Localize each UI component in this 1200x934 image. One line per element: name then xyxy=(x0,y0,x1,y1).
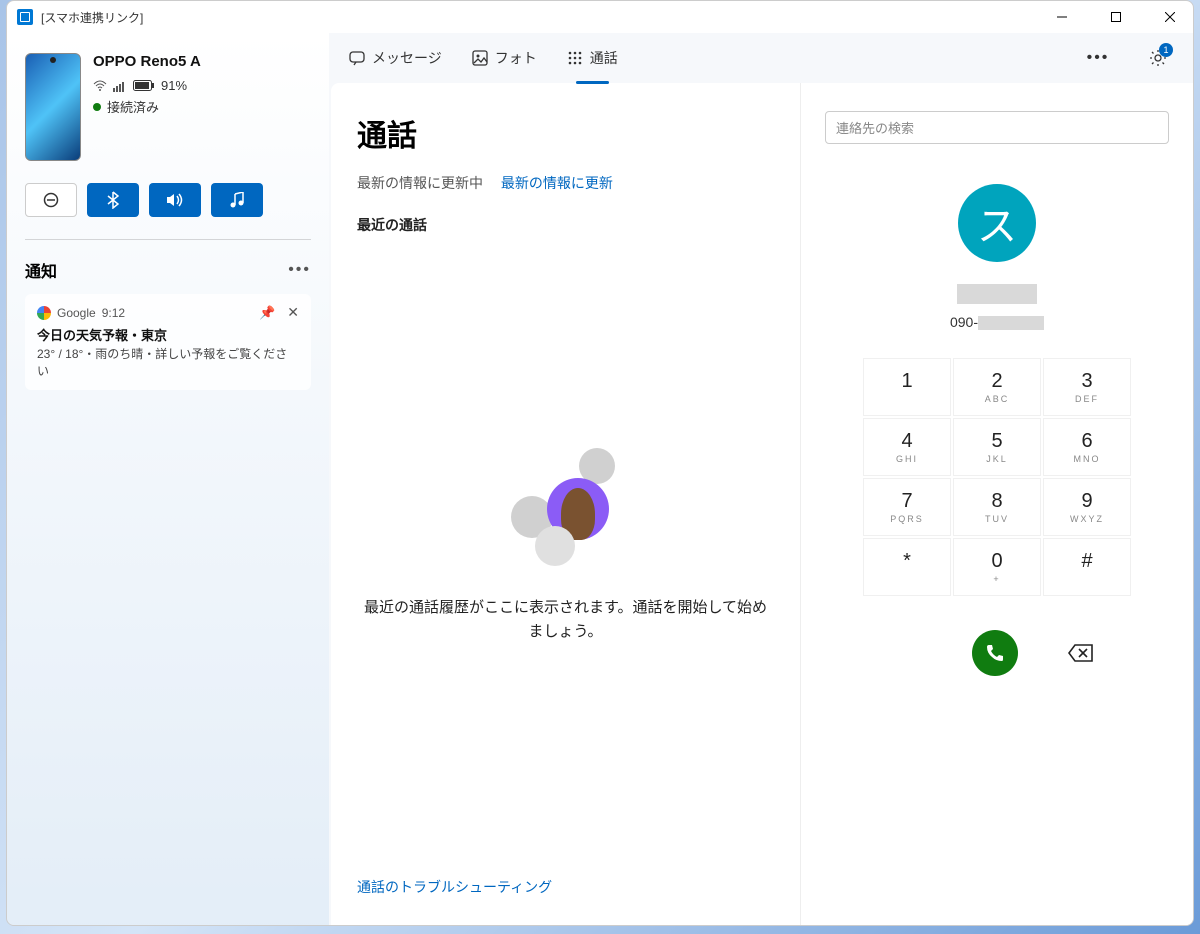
phone-thumbnail[interactable] xyxy=(25,53,81,161)
dialpad-key-*[interactable]: * xyxy=(863,538,951,596)
people-illustration xyxy=(491,448,641,578)
page-title: 通話 xyxy=(357,111,774,155)
battery-icon xyxy=(133,80,155,92)
notif-time: 9:12 xyxy=(102,306,125,320)
divider xyxy=(25,239,311,240)
tab-messages[interactable]: メッセージ xyxy=(347,42,444,74)
notification-card[interactable]: Google 9:12 📌 ✕ 今日の天気予報・東京 23° / 18°・雨のち… xyxy=(25,294,311,390)
dialpad-key-9[interactable]: 9WXYZ xyxy=(1043,478,1131,536)
settings-badge: 1 xyxy=(1159,43,1173,57)
recent-calls-header: 最近の通話 xyxy=(357,215,774,235)
notif-title: 今日の天気予報・東京 xyxy=(37,325,299,344)
bluetooth-icon xyxy=(107,191,119,209)
notif-app: Google xyxy=(57,306,96,320)
message-icon xyxy=(349,50,365,66)
close-button[interactable] xyxy=(1147,1,1193,33)
bluetooth-button[interactable] xyxy=(87,183,139,217)
dialpad-key-1[interactable]: 1 xyxy=(863,358,951,416)
contact-avatar: ス xyxy=(958,184,1036,262)
refresh-row: 最新の情報に更新中 最新の情報に更新 xyxy=(357,173,774,193)
refresh-link[interactable]: 最新の情報に更新 xyxy=(501,175,613,191)
settings-button[interactable]: 1 xyxy=(1141,41,1175,75)
dialpad-key-2[interactable]: 2ABC xyxy=(953,358,1041,416)
titlebar: [スマホ連携リンク] xyxy=(7,1,1193,33)
dnd-button[interactable] xyxy=(25,183,77,217)
dialpad-key-8[interactable]: 8TUV xyxy=(953,478,1041,536)
dialer-panel: 連絡先の検索 ス 090- 1 2ABC3DEF 4GHI5JKL6MNO 7PQR… xyxy=(801,83,1193,925)
empty-text: 最近の通話履歴がここに表示されます。通話を開始して始めましょう。 xyxy=(357,596,774,644)
photo-icon xyxy=(472,50,488,66)
signal-icon xyxy=(113,80,127,92)
device-row: OPPO Reno5 A 91% xyxy=(25,53,311,161)
contact-name-redacted xyxy=(957,284,1037,304)
phone-redacted xyxy=(978,316,1044,330)
maximize-button[interactable] xyxy=(1093,1,1139,33)
dialpad-key-3[interactable]: 3DEF xyxy=(1043,358,1131,416)
more-icon[interactable]: ••• xyxy=(288,261,311,279)
device-status-signal: 91% xyxy=(93,78,311,93)
search-input[interactable]: 連絡先の検索 xyxy=(825,111,1169,144)
empty-state: 最近の通話履歴がここに表示されます。通話を開始して始めましょう。 xyxy=(357,235,774,857)
sidebar: OPPO Reno5 A 91% xyxy=(7,33,329,925)
dialpad-key-4[interactable]: 4GHI xyxy=(863,418,951,476)
dialpad-key-#[interactable]: # xyxy=(1043,538,1131,596)
backspace-icon xyxy=(1068,643,1094,663)
window-title: [スマホ連携リンク] xyxy=(41,9,143,26)
volume-button[interactable] xyxy=(149,183,201,217)
wifi-icon xyxy=(93,80,107,92)
music-button[interactable] xyxy=(211,183,263,217)
main: メッセージ フォト 通話 ••• 1 通話 xyxy=(329,33,1193,925)
dialpad-key-5[interactable]: 5JKL xyxy=(953,418,1041,476)
backspace-button[interactable] xyxy=(1068,643,1094,663)
troubleshoot-link[interactable]: 通話のトラブルシューティング xyxy=(357,857,774,897)
tab-photos[interactable]: フォト xyxy=(470,42,539,74)
pin-icon[interactable]: 📌 xyxy=(259,305,275,321)
tab-bar: メッセージ フォト 通話 ••• 1 xyxy=(329,33,1193,83)
volume-icon xyxy=(166,192,184,208)
control-row xyxy=(25,183,311,217)
battery-text: 91% xyxy=(161,78,187,93)
app-window: [スマホ連携リンク] OPPO Reno5 A xyxy=(6,0,1194,926)
refreshing-text: 最新の情報に更新中 xyxy=(357,175,483,191)
dialpad: 1 2ABC3DEF 4GHI5JKL6MNO 7PQRS8TUV9WXYZ * 0+… xyxy=(863,358,1131,596)
contact-number: 090- xyxy=(950,314,1044,330)
dialpad-key-6[interactable]: 6MNO xyxy=(1043,418,1131,476)
minimize-button[interactable] xyxy=(1039,1,1085,33)
dialpad-key-0[interactable]: 0+ xyxy=(953,538,1041,596)
connection-dot-icon xyxy=(93,103,101,111)
dialpad-key-7[interactable]: 7PQRS xyxy=(863,478,951,536)
google-icon xyxy=(37,306,51,320)
content: OPPO Reno5 A 91% xyxy=(7,33,1193,925)
more-button[interactable]: ••• xyxy=(1081,41,1115,75)
more-icon: ••• xyxy=(1087,49,1110,67)
calls-panel: 通話 最新の情報に更新中 最新の情報に更新 最近の通話 最近の通話履歴がここに表… xyxy=(331,83,801,925)
dialpad-icon xyxy=(567,50,583,66)
app-icon xyxy=(17,9,33,25)
device-name: OPPO Reno5 A xyxy=(93,53,311,70)
notifications-header: 通知 ••• xyxy=(25,258,311,282)
dismiss-icon[interactable]: ✕ xyxy=(287,304,299,321)
call-button[interactable] xyxy=(972,630,1018,676)
tab-calls[interactable]: 通話 xyxy=(565,42,620,74)
music-icon xyxy=(230,192,244,208)
connection-status: 接続済み xyxy=(93,97,311,116)
notif-body: 23° / 18°・雨のち晴・詳しい予報をご覧ください xyxy=(37,346,299,380)
dnd-icon xyxy=(43,192,59,208)
phone-icon xyxy=(985,643,1005,663)
